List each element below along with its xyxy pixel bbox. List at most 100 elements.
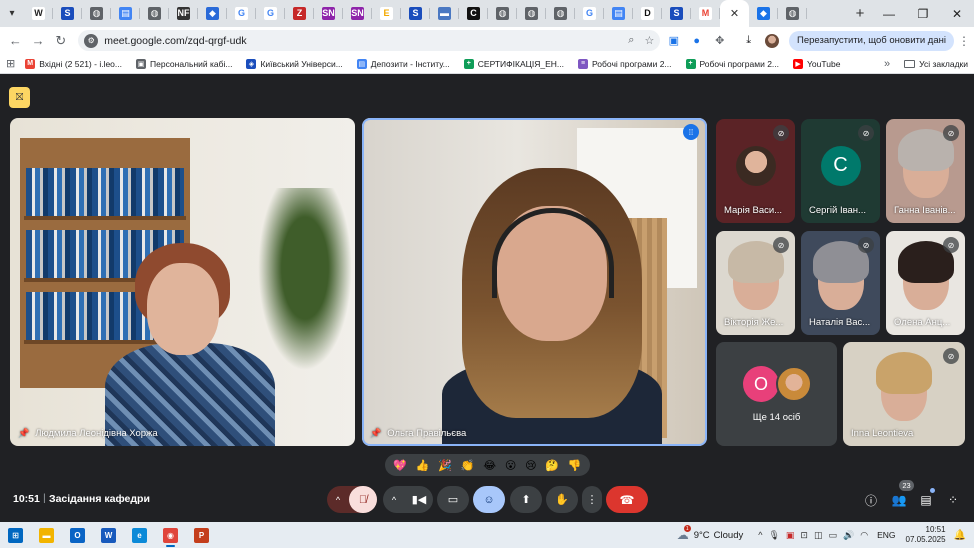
new-tab-button[interactable]: + (848, 5, 872, 22)
browser-tab[interactable]: G (575, 0, 604, 27)
profile-avatar[interactable] (762, 31, 781, 51)
bookmark-item[interactable]: + СЕРТИФІКАЦІЯ_ЕН... (463, 58, 564, 69)
browser-tab[interactable]: ◍ (140, 0, 169, 27)
wifi-icon[interactable]: ◠ (860, 530, 868, 541)
reaction-emoji-button[interactable]: 🤔 (545, 459, 559, 472)
camera-button[interactable]: ▮◀ (405, 493, 433, 506)
battery-icon[interactable]: ▭ (828, 530, 837, 541)
pin-icon[interactable]: 📌 (18, 428, 29, 439)
browser-tab[interactable]: ▬ (430, 0, 459, 27)
extensions-puzzle-icon[interactable]: ✥ (710, 31, 729, 51)
bookmark-item[interactable]: ▣ Персональний кабі... (136, 58, 232, 69)
bookmark-item[interactable]: ▶ YouTube (793, 58, 840, 69)
participant-tile-side[interactable]: ⊘ Inna Leontieva (843, 342, 965, 446)
bookmark-item[interactable]: M Вхідні (2 521) - i.leo... (25, 58, 122, 69)
browser-tab[interactable]: ◍ (82, 0, 111, 27)
browser-tab[interactable]: SN (314, 0, 343, 27)
taskbar-powerpoint-button[interactable]: P (186, 522, 217, 548)
camera-off-warning-icon[interactable]: ⛝ (9, 87, 30, 108)
browser-tab[interactable]: S (401, 0, 430, 27)
url-text[interactable]: meet.google.com/zqd-qrgf-udk (104, 35, 618, 47)
back-button[interactable]: ← (4, 29, 27, 53)
bookmark-star-icon[interactable]: ☆ (644, 34, 654, 47)
tray-overflow-chevron-icon[interactable]: ^ (758, 530, 762, 540)
participant-tile-main-2[interactable]: ⁞⁞ 📌 Ольга Правільєва (362, 118, 707, 446)
reaction-emoji-button[interactable]: 😮 (505, 459, 516, 472)
meeting-info-button[interactable]: ⓘ (862, 491, 880, 509)
reaction-emoji-button[interactable]: 😂 (483, 459, 496, 472)
more-options-button[interactable]: ⋮ (582, 486, 602, 513)
minimize-button[interactable]: — (872, 0, 906, 27)
browser-tab[interactable]: ▤ (111, 0, 140, 27)
reaction-emoji-button[interactable]: 👏 (461, 459, 475, 472)
reaction-emoji-button[interactable]: 👎 (568, 459, 582, 472)
participant-tile-side[interactable]: ⊘ Марія Васи... (716, 119, 795, 223)
extension-circle-icon[interactable]: ● (687, 31, 706, 51)
mic-options-chevron-up-icon[interactable]: ^ (327, 495, 349, 505)
download-icon[interactable]: ⤓ (739, 31, 758, 51)
maximize-button[interactable]: ❐ (906, 0, 940, 27)
camera-options-chevron-up-icon[interactable]: ^ (383, 495, 405, 505)
taskbar-start-button[interactable]: ⊞ (0, 522, 31, 548)
reaction-emoji-button[interactable]: 💖 (393, 459, 407, 472)
browser-tab[interactable]: E (372, 0, 401, 27)
tab-search-chevron-icon[interactable]: ▾ (0, 0, 24, 27)
taskbar-explorer-button[interactable]: ▬ (31, 522, 62, 548)
site-info-icon[interactable]: ⚙ (84, 33, 99, 48)
browser-tab[interactable]: ◍ (488, 0, 517, 27)
browser-tab[interactable]: ◍ (546, 0, 575, 27)
address-bar[interactable]: ⚙ meet.google.com/zqd-qrgf-udk ⌕ ☆ (78, 30, 661, 51)
browser-tab[interactable]: M (691, 0, 720, 27)
more-participants-tile[interactable]: О Ще 14 осіб (716, 342, 837, 446)
browser-tab[interactable]: W (24, 0, 53, 27)
browser-tab[interactable]: S (53, 0, 82, 27)
browser-tab[interactable]: G (256, 0, 285, 27)
browser-menu-icon[interactable]: ⋮ (958, 34, 970, 48)
microphone-tray-icon[interactable]: 🎙 (768, 530, 779, 541)
system-clock[interactable]: 10:51 07.05.2025 (906, 525, 946, 545)
mic-muted-button[interactable]: 🎙̸ (349, 486, 377, 513)
captions-button[interactable]: ▭ (437, 486, 469, 513)
participant-tile-side[interactable]: ⊘ Наталія Вас... (801, 231, 880, 335)
taskbar-outlook-button[interactable]: O (62, 522, 93, 548)
taskbar-edge-button[interactable]: e (124, 522, 155, 548)
browser-tab[interactable]: S (662, 0, 691, 27)
weather-widget[interactable]: ☁ 1 9°C Cloudy (677, 525, 743, 542)
browser-tab[interactable]: D (633, 0, 662, 27)
taskbar-word-button[interactable]: W (93, 522, 124, 548)
reaction-emoji-button[interactable]: 👍 (416, 459, 430, 472)
browser-tab[interactable]: ◆ (749, 0, 778, 27)
taskbar-chrome-button[interactable]: ◉ (155, 522, 186, 548)
raise-hand-button[interactable]: ✋ (546, 486, 578, 513)
leave-call-button[interactable]: ☎ (606, 486, 648, 513)
tray-app-icon[interactable]: ◫ (814, 530, 823, 541)
pin-icon[interactable]: 📌 (370, 428, 381, 439)
browser-tab[interactable]: SN (343, 0, 372, 27)
participant-tile-side[interactable]: ⊘ Олена Анц... (886, 231, 965, 335)
participant-tile-side[interactable]: С ⊘ Сергій Іван... (801, 119, 880, 223)
volume-icon[interactable]: 🔊 (843, 530, 854, 541)
present-screen-button[interactable]: ⬆ (510, 486, 542, 513)
close-tab-icon[interactable]: ✕ (730, 7, 739, 20)
browser-tab[interactable]: NF (169, 0, 198, 27)
input-language[interactable]: ENG (877, 530, 895, 540)
relaunch-update-button[interactable]: Перезапустити, щоб оновити дані (789, 30, 954, 51)
reaction-emoji-button[interactable]: 😢 (525, 459, 536, 472)
reactions-button[interactable]: ☺ (473, 486, 505, 513)
browser-tab[interactable]: G (227, 0, 256, 27)
browser-tab[interactable]: ◍ (778, 0, 807, 27)
bookmark-item[interactable]: + Робочі програми 2... (685, 58, 779, 69)
active-browser-tab[interactable]: ✕ (720, 0, 749, 27)
activities-button[interactable]: ⁘ (944, 491, 962, 509)
close-window-button[interactable]: ✕ (940, 0, 974, 27)
chat-button[interactable]: ▤ (917, 491, 935, 509)
browser-tab[interactable]: C (459, 0, 488, 27)
reaction-emoji-button[interactable]: 🎉 (438, 459, 452, 472)
tray-app-icon[interactable]: ⊡ (800, 530, 808, 541)
apps-grid-icon[interactable]: ⊞ (6, 57, 15, 70)
browser-tab[interactable]: ▤ (604, 0, 633, 27)
bookmark-item[interactable]: ▤ Депозити - Інститу... (356, 58, 450, 69)
notifications-bell-icon[interactable]: 🔔 (954, 530, 966, 541)
reload-button[interactable]: ↻ (49, 29, 72, 53)
zoom-icon[interactable]: ⌕ (628, 34, 634, 47)
